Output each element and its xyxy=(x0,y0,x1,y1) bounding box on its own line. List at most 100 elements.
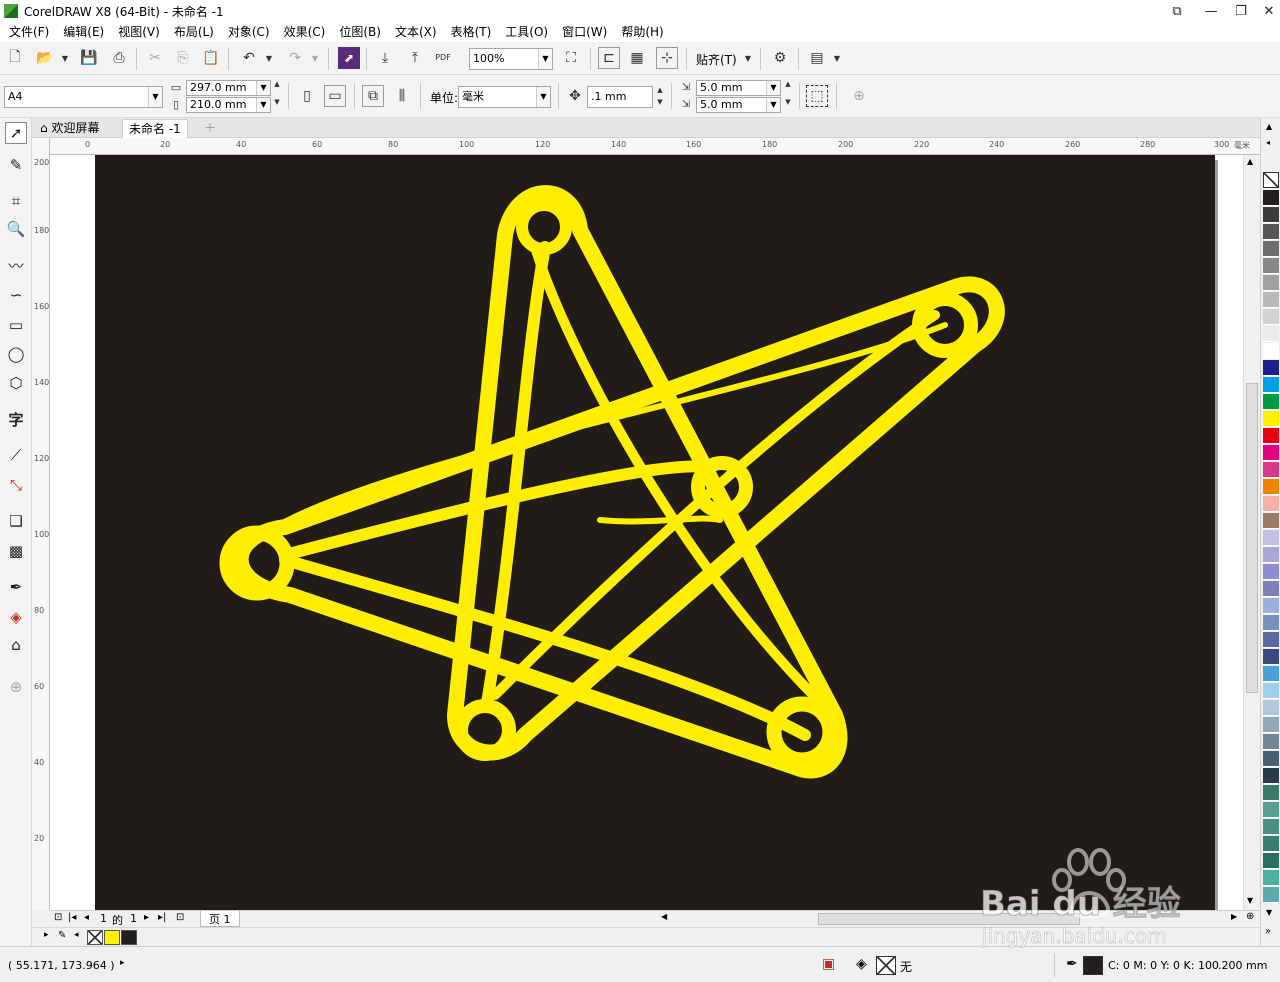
palette-swatch[interactable] xyxy=(1263,309,1279,325)
menu-view[interactable]: 视图(V) xyxy=(111,22,167,42)
palette-swatch[interactable] xyxy=(1263,649,1279,665)
dup-x-spin-icon[interactable]: ▲ xyxy=(782,81,794,88)
palette-swatch[interactable] xyxy=(1263,547,1279,563)
swatch-yellow[interactable] xyxy=(104,930,120,945)
palette-expand-more-icon[interactable]: » xyxy=(1265,926,1271,937)
status-expand-icon[interactable]: ▸ xyxy=(120,958,125,968)
add-page-before-icon[interactable]: ⊡ xyxy=(54,912,62,923)
palette-swatch[interactable] xyxy=(1263,462,1279,478)
search-content-icon[interactable]: ⬈ xyxy=(338,47,360,69)
import-icon[interactable]: ⤓ xyxy=(374,47,396,69)
palette-swatch[interactable] xyxy=(1263,768,1279,784)
add-tab-icon[interactable]: ＋ xyxy=(198,119,222,138)
palette-swatch[interactable] xyxy=(1263,190,1279,206)
menu-file[interactable]: 文件(F) xyxy=(2,22,56,42)
menu-bitmaps[interactable]: 位图(B) xyxy=(332,22,388,42)
eyedropper-icon[interactable]: ✒ xyxy=(5,576,27,598)
palette-swatch[interactable] xyxy=(1263,836,1279,852)
palette-swatch[interactable] xyxy=(1263,615,1279,631)
application-launcher-icon[interactable]: ▤ xyxy=(806,47,828,69)
palette-swatch[interactable] xyxy=(1263,326,1279,342)
pick-tool-icon[interactable]: ➚ xyxy=(5,122,27,144)
palette-swatch[interactable] xyxy=(1263,717,1279,733)
palette-swatch[interactable] xyxy=(1263,275,1279,291)
palette-options-icon[interactable]: ◂ xyxy=(74,930,79,940)
vertical-scroll-thumb[interactable] xyxy=(1246,383,1258,693)
next-page-icon[interactable]: ▸ xyxy=(144,912,149,923)
horizontal-scroll-thumb[interactable] xyxy=(818,913,1080,925)
chevron-down-icon[interactable]: ▼ xyxy=(766,98,780,112)
add-page-after-icon[interactable]: ⊡ xyxy=(176,912,184,923)
zoom-level-combo[interactable]: 100% ▼ xyxy=(469,48,553,70)
rectangle-tool-icon[interactable]: ▭ xyxy=(5,314,27,336)
interactive-fill-icon[interactable]: ◈ xyxy=(5,606,27,628)
palette-swatch[interactable] xyxy=(1263,343,1279,359)
star-artwork[interactable] xyxy=(95,155,1215,910)
palette-swatch[interactable] xyxy=(1263,428,1279,444)
page-border-icon[interactable]: ⬚ xyxy=(806,85,828,107)
page-width-field[interactable]: 297.0 mm ▼ xyxy=(186,80,271,96)
duplicate-x-field[interactable]: 5.0 mm ▼ xyxy=(696,80,781,96)
nudge-spin-down-icon[interactable]: ▼ xyxy=(654,99,666,106)
horizontal-ruler[interactable]: 0 20 40 60 80 100 120 140 160 180 200 22… xyxy=(50,138,1260,155)
text-tool-icon[interactable]: 字 xyxy=(5,408,27,430)
minimize-button[interactable]: — xyxy=(1194,0,1228,22)
swatch-none[interactable] xyxy=(87,930,103,945)
width-spin-up-icon[interactable]: ▲ xyxy=(271,81,283,88)
palette-swatch[interactable] xyxy=(1263,581,1279,597)
all-pages-icon[interactable]: ⧉ xyxy=(362,85,384,107)
vertical-ruler[interactable]: 200 180 160 140 120 100 80 60 40 20 xyxy=(32,138,50,910)
palette-swatch[interactable] xyxy=(1263,377,1279,393)
redo-dropdown-icon[interactable]: ▼ xyxy=(304,47,326,69)
transparency-icon[interactable]: ▩ xyxy=(5,540,27,562)
palette-swatch[interactable] xyxy=(1263,666,1279,682)
prev-page-icon[interactable]: ◂ xyxy=(84,912,89,923)
freehand-tool-icon[interactable]: 〰 xyxy=(5,254,27,276)
connector-tool-icon[interactable]: ⤡ xyxy=(5,474,27,496)
paste-icon[interactable]: 📋 xyxy=(200,47,222,69)
cut-icon[interactable]: ✂ xyxy=(144,47,166,69)
undo-dropdown-icon[interactable]: ▼ xyxy=(258,47,280,69)
unit-combo[interactable]: 毫米 ▼ xyxy=(458,86,551,108)
scroll-up-icon[interactable]: ▲ xyxy=(1247,157,1253,166)
palette-swatch[interactable] xyxy=(1263,700,1279,716)
nudge-spin-up-icon[interactable]: ▲ xyxy=(654,87,666,94)
duplicate-y-field[interactable]: 5.0 mm ▼ xyxy=(696,97,781,113)
parallel-dimension-icon[interactable]: ⟋ xyxy=(5,444,27,466)
shape-tool-icon[interactable]: ✎ xyxy=(5,154,27,176)
menu-layout[interactable]: 布局(L) xyxy=(167,22,221,42)
snap-dropdown-icon[interactable]: ▼ xyxy=(737,47,759,69)
scroll-down-icon[interactable]: ▼ xyxy=(1247,896,1253,905)
chevron-down-icon[interactable]: ▼ xyxy=(148,87,162,107)
palette-expand-icon[interactable]: ▸ xyxy=(44,930,49,940)
artistic-media-icon[interactable]: ∽ xyxy=(5,284,27,306)
show-guidelines-icon[interactable]: ⊹ xyxy=(656,47,678,69)
palette-swatch[interactable] xyxy=(1263,241,1279,257)
polygon-tool-icon[interactable]: ⬡ xyxy=(5,372,27,394)
snap-to-button[interactable]: 贴齐(T) xyxy=(696,51,737,68)
crop-tool-icon[interactable]: ⌗ xyxy=(5,190,27,212)
palette-swatch[interactable] xyxy=(1263,394,1279,410)
menu-object[interactable]: 对象(C) xyxy=(221,22,277,42)
palette-swatch[interactable] xyxy=(1263,292,1279,308)
tab-document[interactable]: 未命名 -1 xyxy=(122,119,188,138)
save-icon[interactable]: 💾 xyxy=(78,47,100,69)
current-page-icon[interactable]: ⫼ xyxy=(391,85,413,107)
palette-scroll-down-icon[interactable]: ▼ xyxy=(1266,908,1272,917)
palette-swatch[interactable] xyxy=(1263,819,1279,835)
eyedropper-small-icon[interactable]: ✎ xyxy=(58,930,66,941)
palette-swatch[interactable] xyxy=(1263,258,1279,274)
palette-swatch[interactable] xyxy=(1263,870,1279,886)
last-page-icon[interactable]: ▸| xyxy=(158,912,166,923)
portrait-icon[interactable]: ▯ xyxy=(296,85,318,107)
open-folder-icon[interactable]: 📂 xyxy=(34,47,56,69)
chevron-down-icon[interactable]: ▼ xyxy=(766,81,780,95)
height-spin-down-icon[interactable]: ▼ xyxy=(271,99,283,106)
menu-text[interactable]: 文本(X) xyxy=(388,22,444,42)
options-gear-icon[interactable]: ⚙ xyxy=(769,47,791,69)
vertical-scrollbar[interactable]: ▲ ▼ xyxy=(1243,155,1260,910)
chevron-down-icon[interactable]: ▼ xyxy=(536,87,550,107)
export-icon[interactable]: ⤒ xyxy=(404,47,426,69)
color-profile-icon[interactable]: ▣ xyxy=(822,956,835,972)
palette-menu-icon[interactable]: ◂ xyxy=(1266,138,1270,147)
